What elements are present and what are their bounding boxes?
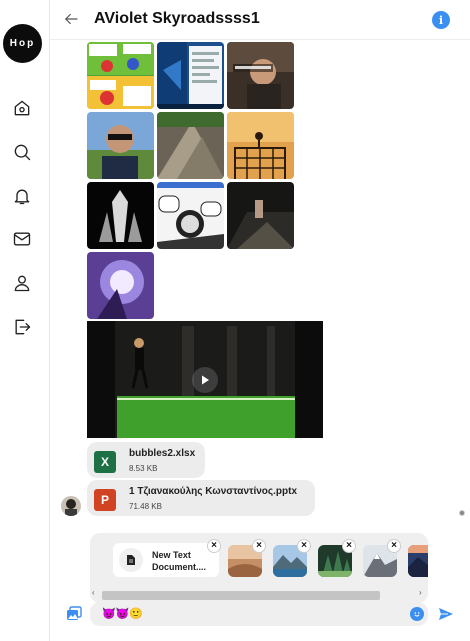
nav-notifications-button[interactable] — [11, 185, 33, 207]
excel-file-icon: X — [94, 451, 116, 473]
file-name: bubbles2.xlsx — [129, 448, 196, 459]
sender-avatar[interactable] — [61, 496, 81, 516]
image-anime-glow[interactable] — [87, 252, 154, 319]
selfie-sunglasses-image — [87, 112, 154, 179]
image-rock-wall[interactable] — [157, 112, 224, 179]
search-icon — [14, 144, 31, 161]
scroll-right-arrow[interactable]: › — [419, 588, 422, 597]
attachment-image-dusk[interactable] — [408, 545, 428, 577]
emoji-picker-button[interactable] — [410, 607, 424, 621]
add-media-button[interactable] — [66, 606, 82, 622]
bell-icon — [14, 189, 30, 205]
user-icon — [14, 275, 30, 292]
attachment-preview-panel: New Text Document.... × × × × × ‹ › — [90, 533, 428, 603]
attachment-text-document[interactable]: New Text Document.... — [113, 543, 219, 577]
excel-letter: X — [100, 455, 109, 469]
nav-search-button[interactable] — [11, 141, 33, 163]
app-logo[interactable]: Hop — [3, 24, 42, 63]
dark-figure-image — [87, 182, 154, 249]
rock-wall-image — [157, 112, 224, 179]
anime-glow-image — [87, 252, 154, 319]
image-comic-strip[interactable] — [87, 42, 154, 109]
video-message[interactable] — [87, 321, 323, 438]
scroll-left-arrow[interactable]: ‹ — [92, 588, 95, 597]
back-button[interactable] — [62, 10, 80, 28]
scrollbar-thumb[interactable] — [459, 510, 465, 516]
smiley-icon — [414, 612, 420, 617]
manga-panel-image — [157, 182, 224, 249]
nav-logout-button[interactable] — [11, 316, 33, 338]
remove-attachment-button[interactable]: × — [297, 539, 311, 553]
attachment-document-name: New Text Document.... — [152, 550, 207, 572]
video-play-button[interactable] — [192, 367, 218, 393]
file-attachment-xlsx[interactable]: X bubbles2.xlsx 8.53 KB — [87, 442, 205, 478]
conversation-title: AViolet Skyroadssss1 — [94, 10, 260, 27]
sidebar: Hop — [0, 0, 50, 641]
man-talking-image — [227, 42, 294, 109]
logout-icon — [15, 319, 31, 335]
chat-header: AViolet Skyroadssss1 i — [50, 0, 470, 40]
file-size: 8.53 KB — [129, 464, 158, 473]
message-input-value: 😈😈🙂 — [102, 608, 144, 620]
climbing-tower-image — [227, 112, 294, 179]
send-icon — [439, 608, 453, 620]
remove-attachment-button[interactable]: × — [252, 539, 266, 553]
file-name: 1 Τζιανακούλης Κωνσταντίνος.pptx — [129, 486, 298, 497]
image-dark-figure[interactable] — [87, 182, 154, 249]
avatar-image — [61, 496, 81, 516]
chat-scrollbar[interactable] — [456, 40, 468, 640]
document-icon — [119, 548, 143, 572]
remove-attachment-button[interactable]: × — [387, 539, 401, 553]
image-manga-panel[interactable] — [157, 182, 224, 249]
dusk-thumbnail — [408, 545, 428, 577]
home-icon — [14, 100, 30, 116]
nav-messages-button[interactable] — [11, 228, 33, 250]
chat-app: Hop AViolet Skyroadssss1 i X bubbles2.xl… — [0, 0, 470, 641]
attachment-horizontal-scrollbar[interactable]: ‹ › — [90, 588, 428, 600]
powerpoint-file-icon: P — [94, 489, 116, 511]
send-button[interactable] — [438, 606, 454, 622]
arrow-left-icon — [65, 13, 78, 25]
gallery-icon — [67, 606, 82, 620]
image-dark-scene[interactable] — [227, 182, 294, 249]
nav-profile-button[interactable] — [11, 272, 33, 294]
file-size: 71.48 KB — [129, 502, 162, 511]
info-button[interactable]: i — [432, 11, 450, 29]
message-input[interactable]: 😈😈🙂 — [90, 602, 428, 626]
comic-strip-image — [87, 42, 154, 109]
image-climbing-tower[interactable] — [227, 112, 294, 179]
powerpoint-letter: P — [100, 493, 109, 507]
dark-scene-image — [227, 182, 294, 249]
image-selfie-sunglasses[interactable] — [87, 112, 154, 179]
nav-home-button[interactable] — [11, 97, 33, 119]
image-desktop-screenshot[interactable] — [157, 42, 224, 109]
remove-attachment-button[interactable]: × — [342, 539, 356, 553]
mail-icon — [13, 232, 31, 246]
desktop-screenshot-image — [157, 42, 224, 109]
file-attachment-pptx[interactable]: P 1 Τζιανακούλης Κωνσταντίνος.pptx 71.48… — [87, 480, 315, 516]
info-icon: i — [438, 13, 444, 27]
image-man-talking[interactable] — [227, 42, 294, 109]
remove-attachment-button[interactable]: × — [207, 539, 221, 553]
attachment-scroll-thumb[interactable] — [102, 591, 380, 600]
play-icon — [202, 375, 209, 385]
